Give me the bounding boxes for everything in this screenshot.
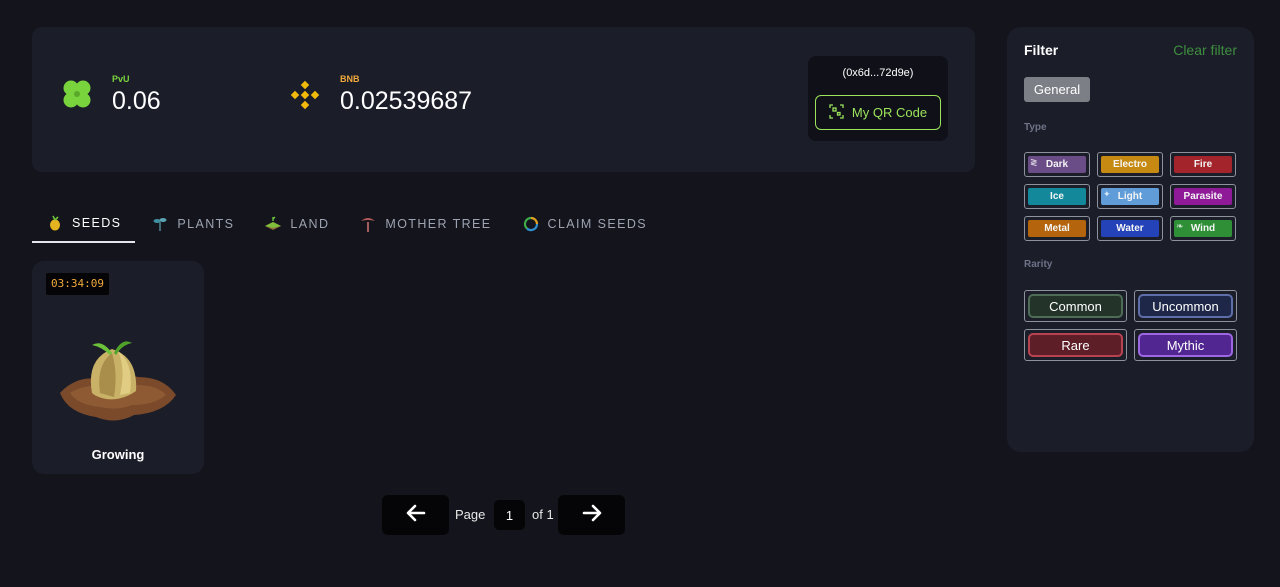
- land-icon: [264, 215, 282, 233]
- rarity-chip-fill: Uncommon: [1138, 294, 1233, 318]
- tab-label: CLAIM SEEDS: [547, 216, 647, 231]
- rarity-filter-grid: Common Uncommon Rare Mythic: [1024, 290, 1237, 361]
- type-chip-dark[interactable]: ≷ Dark: [1024, 152, 1090, 177]
- seed-icon: [46, 214, 64, 232]
- type-chip-fill: Electro: [1101, 156, 1159, 173]
- seed-status: Growing: [91, 447, 145, 462]
- rarity-chip-uncommon[interactable]: Uncommon: [1134, 290, 1237, 322]
- rarity-chip-label: Uncommon: [1152, 298, 1219, 314]
- page-label: Page: [455, 507, 486, 522]
- type-chip-label: Parasite: [1183, 191, 1223, 202]
- rarity-chip-label: Rare: [1061, 337, 1090, 353]
- tab-plants[interactable]: PLANTS: [137, 204, 248, 243]
- type-chip-fire[interactable]: Fire: [1170, 152, 1236, 177]
- type-chip-label: Fire: [1193, 159, 1213, 170]
- rarity-chip-label: Common: [1049, 298, 1102, 314]
- filter-title: Filter: [1024, 42, 1059, 58]
- type-chip-ice[interactable]: Ice: [1024, 184, 1090, 209]
- claim-icon: [522, 215, 540, 233]
- type-chip-label: Wind: [1190, 223, 1216, 234]
- rarity-chip-common[interactable]: Common: [1024, 290, 1127, 322]
- tab-claim-seeds[interactable]: CLAIM SEEDS: [508, 204, 661, 243]
- tab-seeds[interactable]: SEEDS: [32, 204, 136, 243]
- seed-card[interactable]: 03:34:09 Growing: [32, 261, 204, 474]
- type-chip-label: Water: [1116, 223, 1144, 234]
- bnb-icon: [286, 76, 324, 114]
- wind-icon: ❧: [1176, 221, 1184, 231]
- growth-timer: 03:34:09: [46, 273, 109, 295]
- tab-label: PLANTS: [177, 216, 235, 231]
- type-chip-label: Light: [1117, 191, 1143, 202]
- arrow-left-icon: [406, 504, 426, 527]
- general-filter-button[interactable]: General: [1024, 77, 1090, 102]
- type-chip-label: Electro: [1113, 159, 1147, 170]
- tab-mother-tree[interactable]: MOTHER TREE: [345, 204, 505, 243]
- type-chip-label: Ice: [1050, 191, 1064, 202]
- type-chip-fill: Metal: [1028, 220, 1086, 237]
- type-chip-parasite[interactable]: Parasite: [1170, 184, 1236, 209]
- type-chip-fill: ✦ Light: [1101, 188, 1159, 205]
- type-chip-wind[interactable]: ❧ Wind: [1170, 216, 1236, 241]
- dark-icon: ≷: [1030, 157, 1038, 167]
- rarity-chip-fill: Common: [1028, 294, 1123, 318]
- tab-label: MOTHER TREE: [385, 216, 492, 231]
- previous-page-button[interactable]: [382, 495, 449, 535]
- type-chip-fill: Fire: [1174, 156, 1232, 173]
- qr-button-label: My QR Code: [851, 105, 928, 120]
- page-number-input[interactable]: [494, 500, 525, 530]
- arrow-right-icon: [582, 504, 602, 527]
- rarity-chip-fill: Mythic: [1138, 333, 1233, 357]
- clear-filter-link[interactable]: Clear filter: [1173, 42, 1237, 58]
- type-section-label: Type: [1024, 122, 1047, 133]
- type-chip-label: Metal: [1044, 223, 1070, 234]
- wallet-address: (0x6d...72d9e): [842, 67, 914, 79]
- total-pages-label: of 1: [532, 507, 554, 522]
- rarity-section-label: Rarity: [1024, 259, 1053, 270]
- pvu-balance: PvU 0.06: [58, 74, 161, 115]
- wallet-panel: PvU 0.06 BNB 0.02539687 (0x6d...72d9e) M…: [32, 27, 975, 172]
- pvu-label: PvU: [112, 74, 130, 84]
- rarity-chip-label: Mythic: [1166, 337, 1205, 353]
- next-page-button[interactable]: [558, 495, 625, 535]
- rarity-chip-mythic[interactable]: Mythic: [1134, 329, 1237, 361]
- bnb-balance: BNB 0.02539687: [286, 74, 472, 115]
- light-icon: ✦: [1103, 189, 1111, 199]
- pvu-value: 0.06: [112, 87, 161, 115]
- bnb-value: 0.02539687: [340, 87, 473, 115]
- inventory-tabs: SEEDS PLANTS LAND MOTHER TREE CLAIM SEED…: [32, 204, 663, 244]
- rarity-chip-rare[interactable]: Rare: [1024, 329, 1127, 361]
- growing-seed-image: [56, 335, 180, 435]
- rarity-chip-fill: Rare: [1028, 333, 1123, 357]
- tab-label: LAND: [290, 216, 330, 231]
- type-chip-fill: ≷ Dark: [1028, 156, 1086, 173]
- tab-label: SEEDS: [72, 215, 122, 230]
- my-qr-code-button[interactable]: My QR Code: [815, 95, 941, 130]
- type-filter-grid: ≷ Dark Electro Fire Ice ✦ Light Parasite M…: [1024, 152, 1236, 241]
- type-chip-electro[interactable]: Electro: [1097, 152, 1163, 177]
- type-chip-water[interactable]: Water: [1097, 216, 1163, 241]
- type-chip-metal[interactable]: Metal: [1024, 216, 1090, 241]
- qr-code-icon: [829, 103, 844, 122]
- type-chip-fill: Parasite: [1174, 188, 1232, 205]
- type-chip-light[interactable]: ✦ Light: [1097, 184, 1163, 209]
- filter-panel: Filter Clear filter General Type ≷ Dark E…: [1007, 27, 1254, 452]
- plant-icon: [151, 215, 169, 233]
- mother-tree-icon: [359, 215, 377, 233]
- bnb-label: BNB: [340, 74, 360, 84]
- clover-icon: [58, 76, 96, 114]
- type-chip-fill: Water: [1101, 220, 1159, 237]
- type-chip-fill: Ice: [1028, 188, 1086, 205]
- type-chip-fill: ❧ Wind: [1174, 220, 1232, 237]
- type-chip-label: Dark: [1045, 159, 1069, 170]
- address-card: (0x6d...72d9e) My QR Code: [808, 56, 948, 141]
- tab-land[interactable]: LAND: [250, 204, 343, 243]
